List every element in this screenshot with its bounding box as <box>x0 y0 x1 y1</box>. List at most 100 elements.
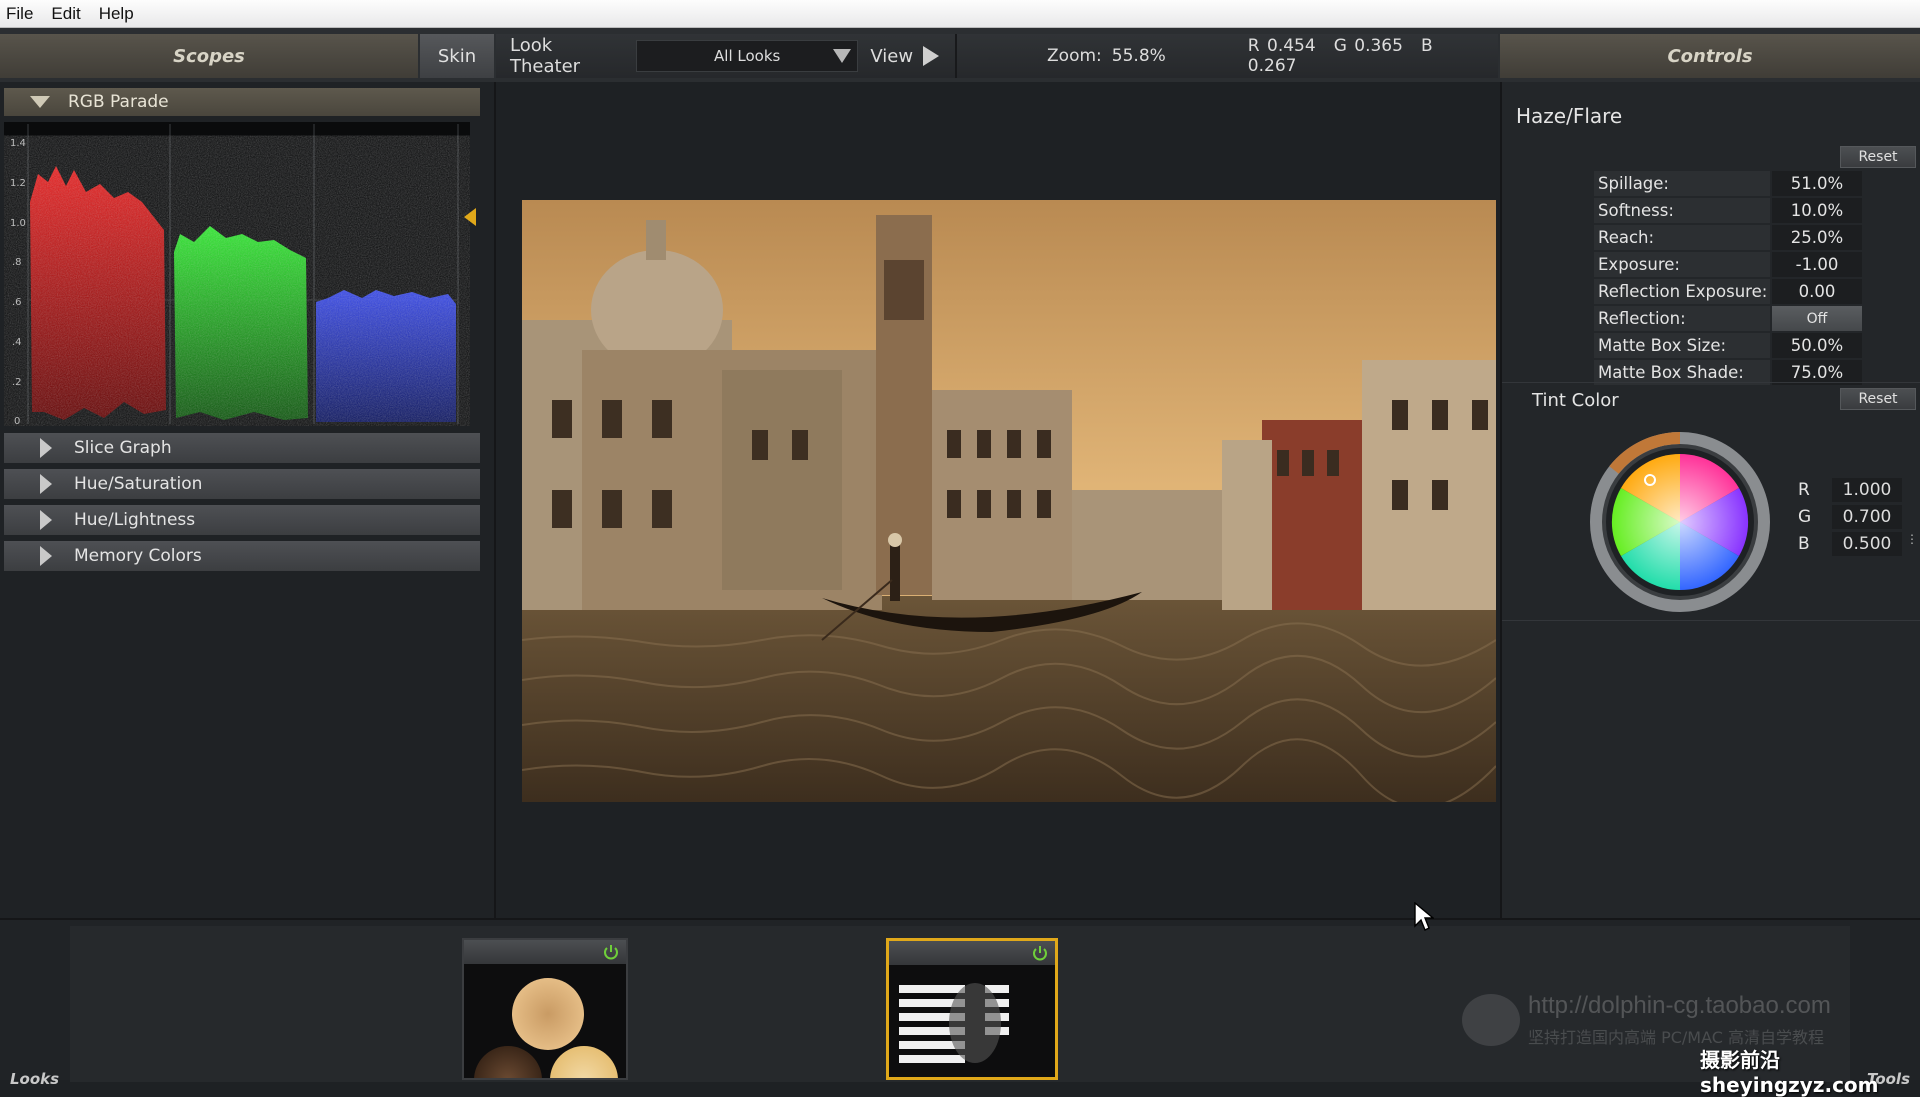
param-row: Spillage: 51.0% <box>1594 170 1866 197</box>
triangle-right-icon <box>40 438 52 458</box>
matte-box-size-field[interactable]: 50.0% <box>1772 333 1862 358</box>
looks-dropdown[interactable]: All Looks <box>636 40 859 72</box>
reflection-exposure-field[interactable]: 0.00 <box>1772 279 1862 304</box>
tint-g-label: G <box>1798 506 1812 527</box>
scopes-tab[interactable]: Scopes <box>0 34 418 78</box>
haze-flare-params: Spillage: 51.0% Softness: 10.0% Reach: 2… <box>1594 170 1866 386</box>
param-label: Reflection Exposure: <box>1594 279 1770 304</box>
haze-flare-title: Haze/Flare <box>1516 104 1623 128</box>
axis-tick: 1.2 <box>10 178 26 189</box>
axis-tick: .4 <box>12 337 22 348</box>
chevron-down-icon <box>833 49 852 63</box>
triangle-right-icon <box>40 474 52 494</box>
look-theater-label: Look Theater <box>510 35 581 77</box>
looks-tab[interactable]: Looks <box>10 1070 59 1088</box>
param-row: Exposure: -1.00 <box>1594 251 1866 278</box>
param-row: Matte Box Size: 50.0% <box>1594 332 1866 359</box>
accordion-memory-colors[interactable]: Memory Colors <box>4 541 480 571</box>
haze-thumbnail <box>889 965 1055 1077</box>
accordion-label: Hue/Lightness <box>74 510 196 530</box>
triangle-down-icon <box>30 96 50 108</box>
accordion-slice-graph[interactable]: Slice Graph <box>4 433 480 463</box>
tint-r-label: R <box>1798 479 1810 500</box>
readout-g: G 0.365 <box>1333 36 1403 56</box>
section-divider <box>1502 620 1920 621</box>
triangle-right-icon <box>40 510 52 530</box>
axis-tick: 1.4 <box>10 138 26 149</box>
spot-thumbnail <box>464 964 626 1078</box>
tint-row: R 1.000 <box>1798 476 1902 503</box>
accordion-label: Memory Colors <box>74 546 202 566</box>
power-icon[interactable] <box>1031 944 1049 962</box>
triangle-right-icon <box>40 546 52 566</box>
power-icon[interactable] <box>602 943 620 961</box>
param-label: Softness: <box>1594 198 1770 223</box>
site-watermark: 摄影前沿 sheyingzyz.com <box>1700 1048 1879 1097</box>
tint-row: B 0.500 <box>1798 530 1902 557</box>
scopes-panel: RGB Parade 1.4 1.2 1.0 .8 .6 .4 .2 0 Sli… <box>0 82 496 918</box>
tint-color-title: Tint Color <box>1532 390 1619 411</box>
venice-canal-image <box>522 200 1496 802</box>
play-icon[interactable] <box>923 46 940 66</box>
param-row: Softness: 10.0% <box>1594 197 1866 224</box>
rgb-parade-scope: 1.4 1.2 1.0 .8 .6 .4 .2 0 <box>4 122 470 427</box>
axis-tick: 1.0 <box>10 218 26 229</box>
accordion-hue-lightness[interactable]: Hue/Lightness <box>4 505 480 535</box>
menu-bar: File Edit Help <box>0 0 1920 28</box>
param-label: Reflection: <box>1594 306 1770 331</box>
controls-panel: Haze/Flare Reset Spillage: 51.0% Softnes… <box>1500 82 1920 918</box>
look-card-haze-flare-selected[interactable] <box>886 938 1058 1080</box>
preview-image[interactable] <box>522 200 1496 802</box>
param-label: Spillage: <box>1594 171 1770 196</box>
tint-row: G 0.700 <box>1798 503 1902 530</box>
readout-r: R 0.454 <box>1247 36 1316 56</box>
axis-tick: .2 <box>12 377 22 388</box>
level-marker-icon[interactable] <box>462 208 478 226</box>
grip-icon[interactable]: ⋮ <box>1906 532 1918 546</box>
looks-dropdown-value: All Looks <box>714 47 781 65</box>
pixel-readout: R 0.454 G 0.365 B 0.267 <box>1248 36 1498 76</box>
rgb-parade-graph: 1.4 1.2 1.0 .8 .6 .4 .2 0 <box>10 124 459 427</box>
parade-axis: 1.4 1.2 1.0 .8 .6 .4 .2 0 <box>10 138 26 427</box>
look-card-spot[interactable] <box>462 938 628 1080</box>
watermark-logo <box>1462 994 1520 1046</box>
reach-field[interactable]: 25.0% <box>1772 225 1862 250</box>
param-label: Reach: <box>1594 225 1770 250</box>
rgb-parade-label: RGB Parade <box>68 92 169 112</box>
tint-g-field[interactable]: 0.700 <box>1832 504 1902 529</box>
axis-tick: .6 <box>12 297 22 308</box>
zoom-label: Zoom: <box>1047 46 1102 66</box>
viewer-toolbar: Look Theater All Looks View Zoom: 55.8% R… <box>496 34 1498 78</box>
view-menu[interactable]: View <box>870 46 913 67</box>
param-row: Reflection Exposure: 0.00 <box>1594 278 1866 305</box>
param-row: Reach: 25.0% <box>1594 224 1866 251</box>
menu-file[interactable]: File <box>6 4 45 24</box>
accordion-label: Slice Graph <box>74 438 172 458</box>
param-row: Reflection: Off <box>1594 305 1866 332</box>
softness-field[interactable]: 10.0% <box>1772 198 1862 223</box>
accordion-hue-saturation[interactable]: Hue/Saturation <box>4 469 480 499</box>
menu-help[interactable]: Help <box>99 4 146 24</box>
tint-r-field[interactable]: 1.000 <box>1832 477 1902 502</box>
rgb-parade-header[interactable]: RGB Parade <box>4 88 480 116</box>
haze-flare-reset-button[interactable]: Reset <box>1840 146 1916 168</box>
mouse-cursor-icon <box>1414 902 1434 931</box>
tint-b-field[interactable]: 0.500 <box>1832 531 1902 556</box>
controls-tab[interactable]: Controls <box>1500 34 1920 78</box>
tint-color-reset-button[interactable]: Reset <box>1840 388 1916 410</box>
exposure-field[interactable]: -1.00 <box>1772 252 1862 277</box>
accordion-label: Hue/Saturation <box>74 474 203 494</box>
skin-button[interactable]: Skin <box>420 34 494 78</box>
axis-tick: 0 <box>14 416 20 426</box>
menu-edit[interactable]: Edit <box>51 4 92 24</box>
param-label: Matte Box Size: <box>1594 333 1770 358</box>
color-wheel[interactable] <box>1586 428 1774 616</box>
tint-b-label: B <box>1798 533 1810 554</box>
reflection-toggle[interactable]: Off <box>1772 306 1862 331</box>
toolbar-divider <box>955 34 958 78</box>
look-card-header <box>464 940 626 964</box>
param-label: Exposure: <box>1594 252 1770 277</box>
look-card-header <box>889 941 1055 965</box>
spillage-field[interactable]: 51.0% <box>1772 171 1862 196</box>
axis-tick: .8 <box>12 257 22 268</box>
